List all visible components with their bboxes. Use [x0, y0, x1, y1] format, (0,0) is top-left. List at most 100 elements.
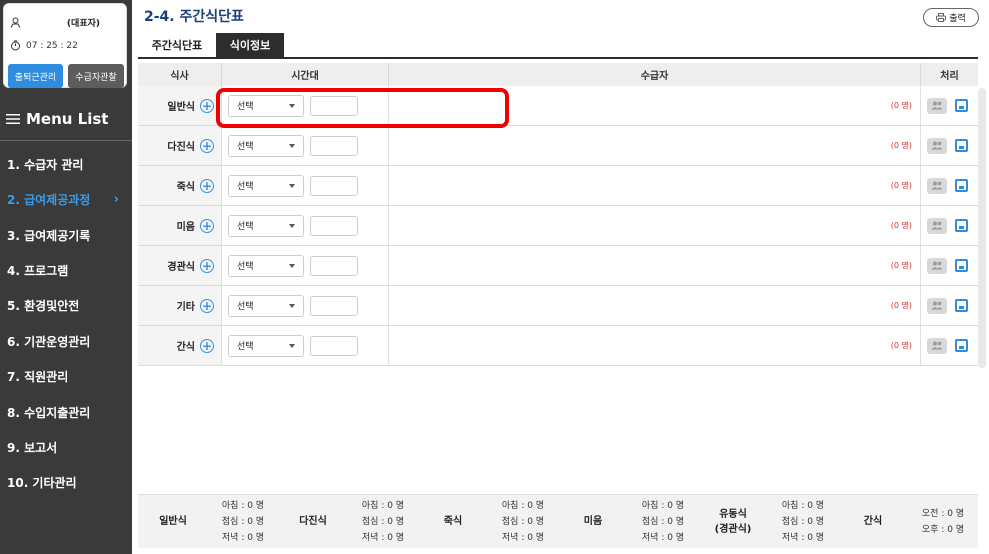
user-icon	[10, 17, 21, 28]
summary-label: 다진식	[278, 495, 348, 548]
timer-icon	[11, 40, 20, 51]
add-icon[interactable]: +	[200, 178, 214, 193]
meal-label: 간식	[176, 342, 195, 353]
save-icon[interactable]	[955, 139, 968, 152]
time-cell: 선택	[222, 166, 389, 205]
users-icon[interactable]	[927, 257, 947, 274]
summary-value: 점심 : 0 명	[221, 516, 265, 527]
time-input[interactable]	[310, 215, 358, 236]
users-icon[interactable]	[927, 137, 947, 154]
observe-button[interactable]: 수급자관찰	[68, 64, 124, 88]
save-icon[interactable]	[955, 259, 968, 272]
time-input[interactable]	[310, 255, 358, 276]
summary-value: 오전 : 0 명	[921, 508, 965, 519]
menu-title: Menu List	[6, 110, 108, 128]
summary-value: 점심 : 0 명	[781, 516, 825, 527]
action-cell	[921, 326, 978, 365]
save-icon[interactable]	[955, 99, 968, 112]
time-input[interactable]	[310, 135, 358, 156]
tab-weekly-menu[interactable]: 주간식단표	[138, 33, 216, 57]
meal-cell: 미음 +	[138, 206, 222, 245]
save-icon[interactable]	[955, 299, 968, 312]
header-time: 시간대	[222, 63, 389, 86]
add-icon[interactable]: +	[200, 138, 214, 153]
time-select[interactable]: 선택	[228, 134, 304, 157]
time-input[interactable]	[310, 175, 358, 196]
select-value: 선택	[237, 182, 254, 192]
save-icon[interactable]	[955, 339, 968, 352]
menu-item-label: 4. 프로그램	[7, 264, 69, 278]
save-icon[interactable]	[955, 179, 968, 192]
add-icon[interactable]: +	[200, 298, 214, 313]
users-icon[interactable]	[927, 177, 947, 194]
users-icon[interactable]	[927, 217, 947, 234]
caret-down-icon	[289, 143, 295, 148]
recipient-count: (0 명)	[890, 301, 912, 310]
summary-value: 저녁 : 0 명	[361, 532, 405, 543]
meal-label: 미음	[176, 222, 195, 233]
time-cell: 선택	[222, 206, 389, 245]
summary-label-line: 유동식	[719, 508, 747, 520]
time-input[interactable]	[310, 335, 358, 356]
menu-item-report[interactable]: 9. 보고서	[7, 439, 127, 456]
main-content: 2-4. 주간식단표 출력 주간식단표 식이정보 식사 시간대 수급자 처리 일…	[138, 0, 989, 554]
summary-value: 저녁 : 0 명	[501, 532, 545, 543]
menu-item-benefit-process[interactable]: 2. 급여제공과정 ›	[7, 191, 127, 208]
caret-down-icon	[289, 223, 295, 228]
summary-label: 유동식 (경관식)	[698, 495, 768, 548]
summary-label: 미음	[558, 495, 628, 548]
summary-value: 아침 : 0 명	[221, 500, 265, 511]
menu-item-recipient[interactable]: 1. 수급자 관리	[7, 156, 127, 173]
time-select[interactable]: 선택	[228, 214, 304, 237]
summary-values: 아침 : 0 명 점심 : 0 명 저녁 : 0 명	[348, 495, 418, 548]
table-row: 미음 + 선택 (0 명)	[138, 206, 978, 246]
users-icon[interactable]	[927, 337, 947, 354]
menu-item-benefit-record[interactable]: 3. 급여제공기록	[7, 227, 127, 244]
recipient-count: (0 명)	[890, 181, 912, 190]
menu-item-program[interactable]: 4. 프로그램	[7, 262, 127, 279]
add-icon[interactable]: +	[200, 258, 214, 273]
print-button[interactable]: 출력	[923, 8, 979, 27]
recipient-count: (0 명)	[890, 221, 912, 230]
caret-down-icon	[289, 343, 295, 348]
menu-item-label: 5. 환경및안전	[7, 299, 80, 313]
summary-values: 아침 : 0 명 점심 : 0 명 저녁 : 0 명	[488, 495, 558, 548]
time-select[interactable]: 선택	[228, 174, 304, 197]
menu-item-label: 2. 급여제공과정	[7, 193, 91, 207]
time-select[interactable]: 선택	[228, 254, 304, 277]
menu-item-finance[interactable]: 8. 수입지출관리	[7, 404, 127, 421]
time-select[interactable]: 선택	[228, 294, 304, 317]
app-root: (대표자) 07 : 25 : 22 출퇴근관리 수급자관찰 Menu List	[0, 0, 989, 554]
save-icon[interactable]	[955, 219, 968, 232]
chevron-right-icon: ›	[113, 192, 119, 207]
menu-item-label: 9. 보고서	[7, 441, 58, 455]
menu-item-operations[interactable]: 6. 기관운영관리	[7, 333, 127, 350]
recipients-cell: (0 명)	[389, 126, 921, 165]
menu-item-safety[interactable]: 5. 환경및안전	[7, 297, 127, 314]
tab-diet-info[interactable]: 식이정보	[216, 33, 284, 57]
action-cell	[921, 166, 978, 205]
menu-divider	[0, 140, 132, 141]
users-icon[interactable]	[927, 297, 947, 314]
users-icon[interactable]	[927, 97, 947, 114]
add-icon[interactable]: +	[200, 98, 214, 113]
meal-label: 죽식	[176, 182, 195, 193]
menu-item-staff[interactable]: 7. 직원관리	[7, 368, 127, 385]
summary-value: 점심 : 0 명	[641, 516, 685, 527]
scrollbar[interactable]	[978, 88, 986, 368]
add-icon[interactable]: +	[200, 218, 214, 233]
menu-item-other[interactable]: 10. 기타관리	[7, 474, 127, 491]
menu-item-label: 10. 기타관리	[7, 476, 77, 490]
meal-cell: 기타 +	[138, 286, 222, 325]
recipients-cell: (0 명)	[389, 166, 921, 205]
add-icon[interactable]: +	[200, 338, 214, 353]
summary-value: 아침 : 0 명	[501, 500, 545, 511]
time-select[interactable]: 선택	[228, 334, 304, 357]
session-timer: 07 : 25 : 22	[10, 40, 78, 51]
printer-icon	[936, 13, 947, 22]
attendance-button[interactable]: 출퇴근관리	[8, 64, 63, 88]
time-input[interactable]	[310, 295, 358, 316]
user-row: (대표자)	[10, 16, 122, 29]
meal-cell: 죽식 +	[138, 166, 222, 205]
action-cell	[921, 286, 978, 325]
